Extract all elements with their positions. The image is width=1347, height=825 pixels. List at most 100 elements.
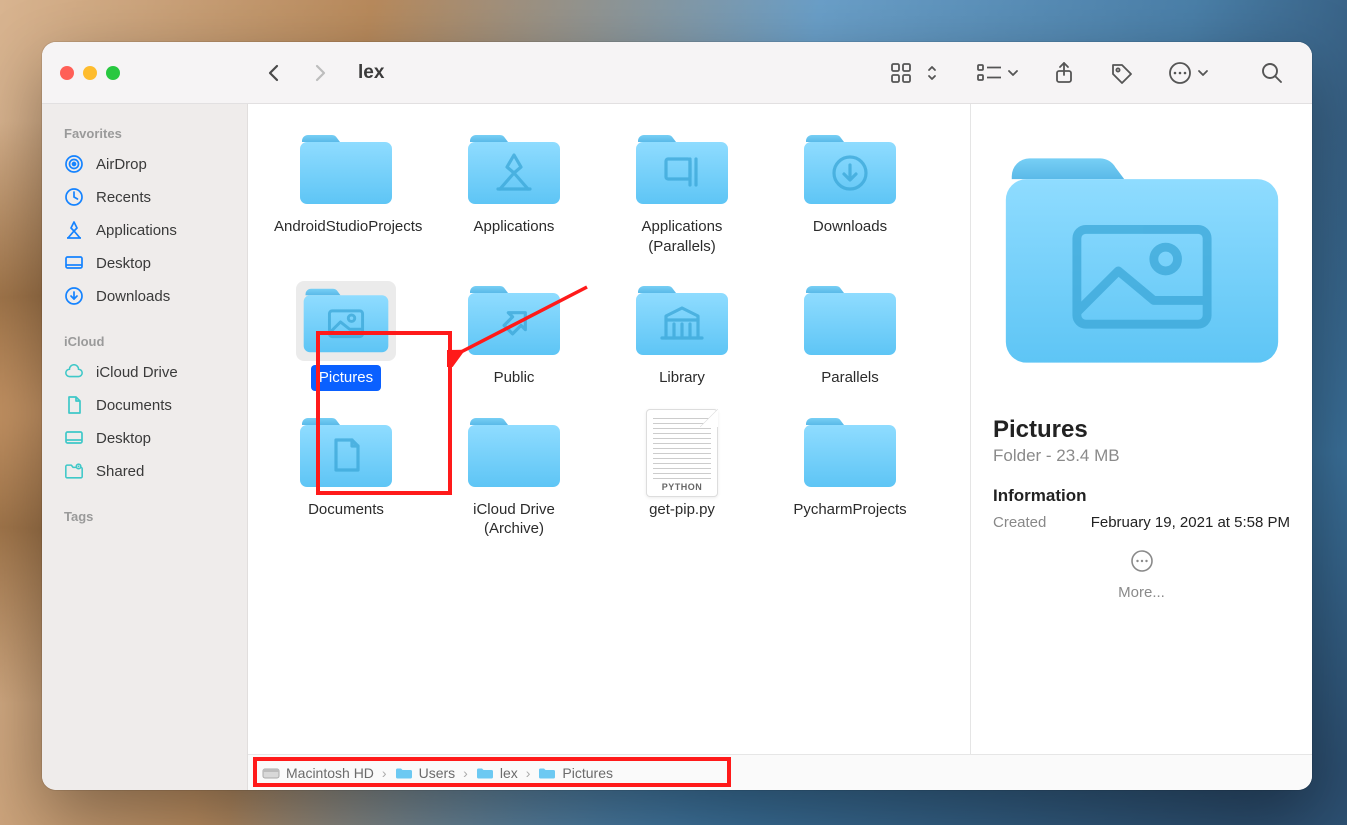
chevron-right-icon: ›: [382, 765, 387, 781]
folder-icon: [296, 281, 396, 361]
sidebar-item-applications[interactable]: Applications: [42, 214, 247, 246]
desktop-icon: [64, 253, 84, 273]
file-item[interactable]: iCloud Drive (Archive): [430, 409, 598, 546]
zoom-window-button[interactable]: [106, 66, 120, 80]
label: Desktop: [96, 255, 151, 272]
finder-window: lex: [42, 42, 1312, 790]
folder-icon: [800, 281, 900, 361]
search-button[interactable]: [1258, 60, 1286, 86]
file-item-label: get-pip.py: [641, 497, 723, 523]
file-grid-area[interactable]: AndroidStudioProjects Applications Appli…: [248, 104, 970, 754]
chevron-down-icon: [1006, 60, 1020, 86]
crumb-label: lex: [500, 765, 518, 781]
file-item[interactable]: AndroidStudioProjects: [262, 126, 430, 263]
minimize-window-button[interactable]: [83, 66, 97, 80]
close-window-button[interactable]: [60, 66, 74, 80]
file-item[interactable]: Documents: [262, 409, 430, 546]
content-area: AndroidStudioProjects Applications Appli…: [248, 104, 1312, 754]
folder-icon: [632, 281, 732, 361]
folder-icon: [800, 130, 900, 210]
folder-icon: [476, 766, 494, 780]
view-switcher[interactable]: [888, 60, 946, 86]
file-item[interactable]: Applications: [430, 126, 598, 263]
folder-icon: [632, 130, 732, 210]
file-item[interactable]: PycharmProjects: [766, 409, 934, 546]
file-item-label: Public: [486, 365, 543, 391]
file-item-label: iCloud Drive (Archive): [434, 497, 594, 542]
path-crumb[interactable]: lex: [476, 765, 518, 781]
forward-button[interactable]: [304, 58, 336, 88]
sidebar-section-icloud: iCloud: [42, 326, 247, 355]
folder-icon: [464, 130, 564, 210]
desktop-icon: [64, 428, 84, 448]
preview-folder-icon: [994, 132, 1290, 392]
sidebar-item-downloads[interactable]: Downloads: [42, 280, 247, 312]
folder-icon: [464, 413, 564, 493]
file-item[interactable]: PYTHON get-pip.py: [598, 409, 766, 546]
applications-icon: [64, 220, 84, 240]
icon-view-icon: [888, 60, 916, 86]
disk-icon: [262, 766, 280, 780]
folder-icon: [464, 281, 564, 361]
folder-icon: [538, 766, 556, 780]
label: Applications: [96, 222, 177, 239]
sidebar-item-shared[interactable]: Shared: [42, 455, 247, 487]
clock-icon: [64, 187, 84, 207]
file-item[interactable]: Parallels: [766, 277, 934, 395]
file-item-label: AndroidStudioProjects: [266, 214, 426, 240]
action-menu-button[interactable]: [1166, 60, 1210, 86]
crumb-label: Macintosh HD: [286, 765, 374, 781]
share-button[interactable]: [1050, 60, 1078, 86]
tags-button[interactable]: [1108, 60, 1136, 86]
file-item-label: Applications: [466, 214, 563, 240]
sidebar-item-recents[interactable]: Recents: [42, 181, 247, 213]
sidebar-item-airdrop[interactable]: AirDrop: [42, 148, 247, 180]
chevron-down-icon: [1196, 60, 1210, 86]
more-actions-button[interactable]: [993, 549, 1290, 578]
file-item-label: Downloads: [805, 214, 895, 240]
back-button[interactable]: [258, 58, 290, 88]
sidebar-item-desktop-cloud[interactable]: Desktop: [42, 422, 247, 454]
sidebar-section-favorites: Favorites: [42, 118, 247, 147]
file-item[interactable]: Library: [598, 277, 766, 395]
preview-kind-size: Folder - 23.4 MB: [993, 446, 1290, 466]
preview-name: Pictures: [993, 416, 1290, 444]
folder-icon: [296, 130, 396, 210]
file-item-label: Pictures: [311, 365, 381, 391]
file-item[interactable]: Applications (Parallels): [598, 126, 766, 263]
path-crumb[interactable]: Pictures: [538, 765, 613, 781]
path-crumb[interactable]: Macintosh HD: [262, 765, 374, 781]
folder-icon: [296, 413, 396, 493]
traffic-lights: [42, 66, 248, 80]
label: iCloud Drive: [96, 364, 178, 381]
file-item[interactable]: Public: [430, 277, 598, 395]
sidebar-item-documents[interactable]: Documents: [42, 389, 247, 421]
preview-pane: Pictures Folder - 23.4 MB Information Cr…: [970, 104, 1312, 754]
created-value: February 19, 2021 at 5:58 PM: [1091, 514, 1290, 531]
sidebar-section-tags: Tags: [42, 501, 247, 530]
file-item-label: PycharmProjects: [785, 497, 914, 523]
cloud-icon: [64, 362, 84, 382]
file-item[interactable]: Pictures: [262, 277, 430, 395]
path-bar: Macintosh HD›Users›lex›Pictures: [248, 754, 1312, 790]
document-icon: [64, 395, 84, 415]
path-crumb[interactable]: Users: [395, 765, 456, 781]
crumb-label: Users: [419, 765, 456, 781]
label: Shared: [96, 463, 144, 480]
file-icon: PYTHON: [632, 413, 732, 493]
label: Desktop: [96, 430, 151, 447]
label: Documents: [96, 397, 172, 414]
more-label[interactable]: More...: [993, 584, 1290, 601]
file-item-label: Documents: [300, 497, 392, 523]
sidebar: Favorites AirDrop Recents Applications D…: [42, 104, 248, 790]
group-by-button[interactable]: [976, 60, 1020, 86]
file-item-label: Parallels: [813, 365, 887, 391]
updown-icon: [918, 60, 946, 86]
folder-icon: [800, 413, 900, 493]
sidebar-item-icloud-drive[interactable]: iCloud Drive: [42, 356, 247, 388]
sidebar-item-desktop[interactable]: Desktop: [42, 247, 247, 279]
folder-icon: [395, 766, 413, 780]
file-item-label: Library: [651, 365, 713, 391]
label: Downloads: [96, 288, 170, 305]
file-item[interactable]: Downloads: [766, 126, 934, 263]
